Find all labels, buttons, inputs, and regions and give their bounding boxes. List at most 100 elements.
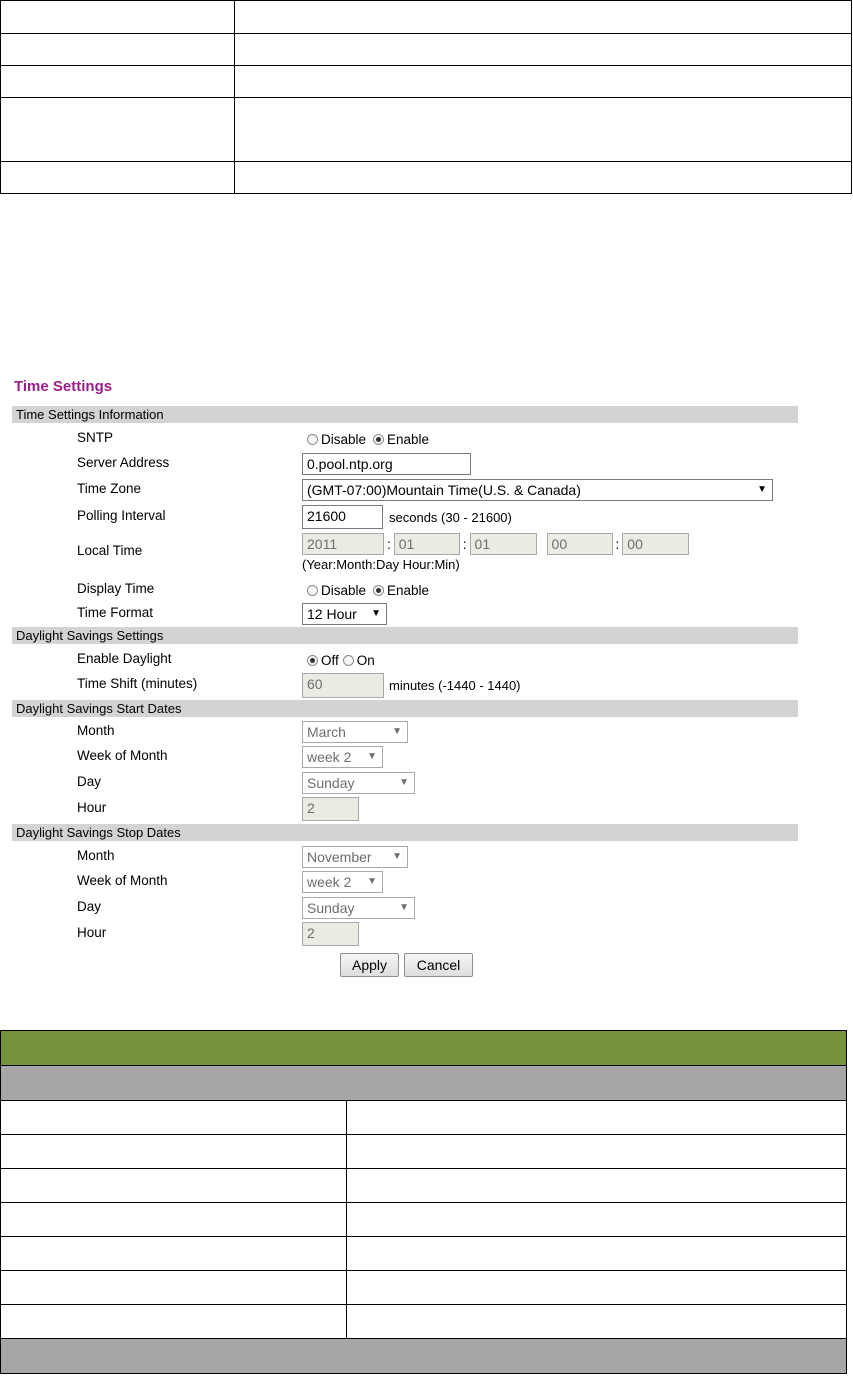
daylight-off-radio[interactable] xyxy=(307,654,318,666)
start-day-label: Day xyxy=(77,774,102,789)
table-cell xyxy=(0,65,235,98)
local-time-month-input[interactable]: 01 xyxy=(393,533,460,555)
sntp-disable-radio[interactable] xyxy=(307,433,318,445)
stop-day-select[interactable]: Sunday ▼ xyxy=(302,897,415,919)
daylight-on-radio[interactable] xyxy=(342,654,354,666)
section-daylight-savings-start-dates: Daylight Savings Start Dates xyxy=(12,700,798,717)
apply-button[interactable]: Apply xyxy=(340,953,399,977)
table-header-row xyxy=(0,1030,847,1066)
table-cell xyxy=(0,1100,347,1135)
display-time-disable-radio[interactable] xyxy=(307,584,318,596)
sntp-row: SNTP Disable Enable xyxy=(0,427,853,451)
table-row xyxy=(0,1236,847,1271)
table-row xyxy=(0,1304,847,1339)
cancel-button[interactable]: Cancel xyxy=(404,953,473,977)
start-hour-label: Hour xyxy=(77,800,107,815)
colon-separator: : xyxy=(615,536,620,552)
table-cell xyxy=(346,1304,847,1339)
top-table xyxy=(0,0,852,194)
dropdown-arrow-icon: ▼ xyxy=(371,608,381,619)
section-daylight-savings-stop-dates: Daylight Savings Stop Dates xyxy=(12,824,798,841)
table-cell xyxy=(0,0,235,34)
polling-interval-input[interactable]: 21600 xyxy=(302,505,383,529)
start-hour-input[interactable]: 2 xyxy=(302,797,359,821)
sntp-enable-radio[interactable] xyxy=(373,433,385,445)
stop-week-select[interactable]: week 2 ▼ xyxy=(302,871,383,893)
start-month-label: Month xyxy=(77,723,115,738)
table-cell xyxy=(346,1100,847,1135)
table-row xyxy=(0,1168,847,1203)
start-week-label: Week of Month xyxy=(77,748,168,763)
colon-separator: : xyxy=(462,536,467,552)
time-zone-value: (GMT-07:00)Mountain Time(U.S. & Canada) xyxy=(307,482,581,498)
polling-interval-row: Polling Interval 21600 seconds (30 - 216… xyxy=(0,505,853,529)
section-daylight-savings-settings: Daylight Savings Settings xyxy=(12,627,798,644)
time-shift-unit: minutes (-1440 - 1440) xyxy=(389,677,521,693)
table-cell xyxy=(346,1134,847,1169)
start-week-select[interactable]: week 2 ▼ xyxy=(302,746,383,768)
table-footer-cell xyxy=(0,1338,847,1374)
page-title: Time Settings xyxy=(14,378,113,395)
table-cell xyxy=(0,97,235,162)
start-hour-row: Hour 2 xyxy=(0,797,853,821)
bottom-table xyxy=(0,1030,847,1374)
enable-daylight-label: Enable Daylight xyxy=(77,651,172,666)
local-time-hour-input[interactable]: 00 xyxy=(546,533,613,555)
local-time-min-input[interactable]: 00 xyxy=(622,533,690,555)
stop-week-label: Week of Month xyxy=(77,873,168,888)
display-time-row: Display Time Disable Enable xyxy=(0,578,853,602)
server-address-label: Server Address xyxy=(77,455,170,470)
table-row xyxy=(0,1100,847,1135)
table-cell xyxy=(234,161,852,194)
time-zone-select[interactable]: (GMT-07:00)Mountain Time(U.S. & Canada) … xyxy=(302,479,773,501)
stop-day-value: Sunday xyxy=(307,900,355,916)
table-footer-row xyxy=(0,1338,847,1374)
sntp-enable-label: Enable xyxy=(387,431,430,447)
start-month-value: March xyxy=(307,724,346,740)
stop-day-row: Day Sunday ▼ xyxy=(0,896,853,920)
daylight-on-label: On xyxy=(356,652,375,668)
table-row xyxy=(0,65,852,98)
stop-day-label: Day xyxy=(77,899,102,914)
dropdown-arrow-icon: ▼ xyxy=(757,484,767,495)
start-day-value: Sunday xyxy=(307,775,355,791)
server-address-row: Server Address 0.pool.ntp.org xyxy=(0,452,853,476)
table-row xyxy=(0,1134,847,1169)
start-week-value: week 2 xyxy=(307,749,352,765)
display-time-disable-label: Disable xyxy=(321,582,367,598)
display-time-label: Display Time xyxy=(77,581,155,596)
table-cell xyxy=(0,1270,347,1305)
table-header-cell xyxy=(0,1030,847,1066)
stop-month-value: November xyxy=(307,849,372,865)
table-cell xyxy=(0,33,235,66)
server-address-input[interactable]: 0.pool.ntp.org xyxy=(302,453,471,475)
table-cell xyxy=(346,1236,847,1271)
time-shift-input[interactable]: 60 xyxy=(302,672,384,698)
display-time-enable-radio[interactable] xyxy=(373,584,385,596)
stop-month-row: Month November ▼ xyxy=(0,845,853,869)
table-cell xyxy=(346,1202,847,1237)
dropdown-arrow-icon: ▼ xyxy=(367,751,377,762)
stop-hour-row: Hour 2 xyxy=(0,922,853,946)
time-format-select[interactable]: 12 Hour ▼ xyxy=(302,603,387,625)
enable-daylight-row: Enable Daylight Off On xyxy=(0,648,853,672)
local-time-day-input[interactable]: 01 xyxy=(469,533,537,555)
time-shift-label: Time Shift (minutes) xyxy=(77,676,198,691)
start-month-select[interactable]: March ▼ xyxy=(302,721,408,743)
time-format-label: Time Format xyxy=(77,605,154,620)
table-cell xyxy=(346,1270,847,1305)
table-cell xyxy=(0,1236,347,1271)
stop-month-select[interactable]: November ▼ xyxy=(302,846,408,868)
stop-hour-label: Hour xyxy=(77,925,107,940)
dropdown-arrow-icon: ▼ xyxy=(367,876,377,887)
table-cell xyxy=(0,1304,347,1339)
local-time-label: Local Time xyxy=(77,543,143,558)
start-day-select[interactable]: Sunday ▼ xyxy=(302,772,415,794)
polling-interval-label: Polling Interval xyxy=(77,508,166,523)
table-row xyxy=(0,97,852,162)
stop-hour-input[interactable]: 2 xyxy=(302,922,359,946)
table-row xyxy=(0,0,852,34)
local-time-year-input[interactable]: 2011 xyxy=(302,533,384,555)
dropdown-arrow-icon: ▼ xyxy=(392,851,402,862)
sntp-label: SNTP xyxy=(77,430,114,445)
